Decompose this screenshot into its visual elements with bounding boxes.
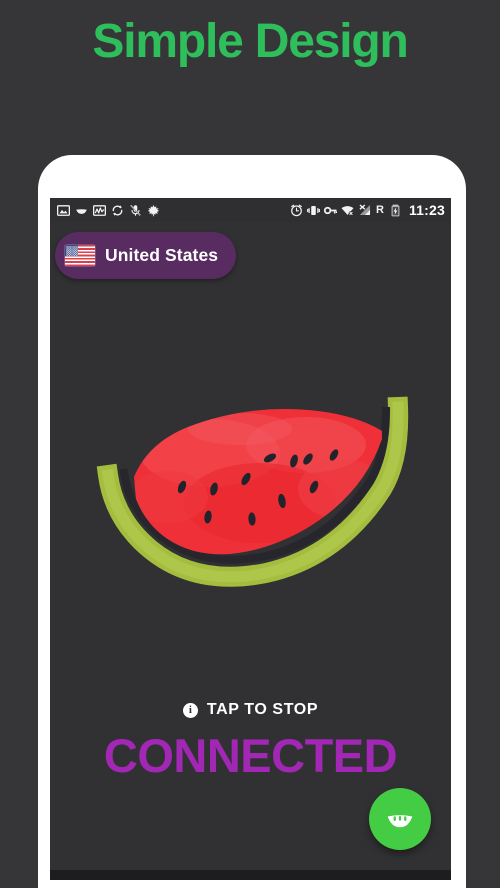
status-bar: R 11:23 xyxy=(50,198,451,222)
us-flag-icon xyxy=(65,245,95,266)
melon-app-icon xyxy=(75,204,88,217)
maple-leaf-icon xyxy=(147,204,160,217)
connection-status-text: CONNECTED xyxy=(103,729,398,782)
status-bar-clock: 11:23 xyxy=(408,202,445,218)
page-title: Simple Design xyxy=(92,15,408,68)
vibrate-icon xyxy=(307,204,320,217)
phone-screen: R 11:23 United States i TAP TO STOP CONN… xyxy=(50,198,451,880)
watermelon-slice-icon xyxy=(387,813,413,828)
roaming-indicator: R xyxy=(376,203,384,216)
status-bar-left-icons xyxy=(57,204,160,217)
watermelon-slice-illustration xyxy=(90,393,410,593)
tap-to-stop-button[interactable]: i TAP TO STOP xyxy=(50,701,451,719)
microphone-muted-icon xyxy=(129,204,142,217)
status-bar-right-icons: R 11:23 xyxy=(290,203,445,217)
screenshot-root: Simple Design R 11:23 United States i TA… xyxy=(0,0,500,888)
signal-off-icon xyxy=(358,203,371,217)
wifi-off-icon xyxy=(341,204,354,217)
sync-icon xyxy=(111,204,124,217)
country-selector-button[interactable]: United States xyxy=(55,232,237,279)
country-selector-label: United States xyxy=(105,245,219,265)
connect-fab-button[interactable] xyxy=(369,788,431,850)
battery-charging-icon xyxy=(389,204,402,217)
analytics-icon xyxy=(93,204,106,217)
vpn-key-icon xyxy=(324,204,337,217)
info-icon: i xyxy=(182,702,198,718)
tap-to-stop-label: TAP TO STOP xyxy=(206,701,319,718)
screenshot-icon xyxy=(57,204,70,217)
alarm-icon xyxy=(290,204,303,217)
system-navigation-bar xyxy=(50,870,451,880)
